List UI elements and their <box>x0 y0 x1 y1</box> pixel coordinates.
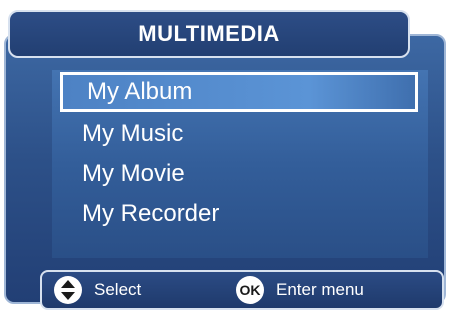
menu-panel: My Album My Music My Movie My Recorder <box>52 70 428 258</box>
hint-bar: Select OK Enter menu <box>40 270 444 310</box>
up-down-arrows-icon <box>54 276 82 304</box>
enter-menu-label: Enter menu <box>276 280 364 299</box>
multimedia-screen: MULTIMEDIA My Album My Music My Movie My… <box>0 0 454 313</box>
select-label: Select <box>94 280 142 299</box>
menu-item-my-album[interactable]: My Album <box>60 72 418 112</box>
menu-item-my-music[interactable]: My Music <box>52 114 428 154</box>
menu-item-my-recorder[interactable]: My Recorder <box>52 194 428 234</box>
select-hint: Select <box>54 272 141 308</box>
menu-list: My Album My Music My Movie My Recorder <box>52 70 428 258</box>
page-title: MULTIMEDIA <box>138 21 280 46</box>
title-bar: MULTIMEDIA <box>8 10 410 58</box>
ok-button-icon: OK <box>236 276 264 304</box>
ok-icon-text: OK <box>239 282 261 298</box>
menu-item-my-movie[interactable]: My Movie <box>52 154 428 194</box>
enter-menu-hint: OK Enter menu <box>236 272 364 308</box>
